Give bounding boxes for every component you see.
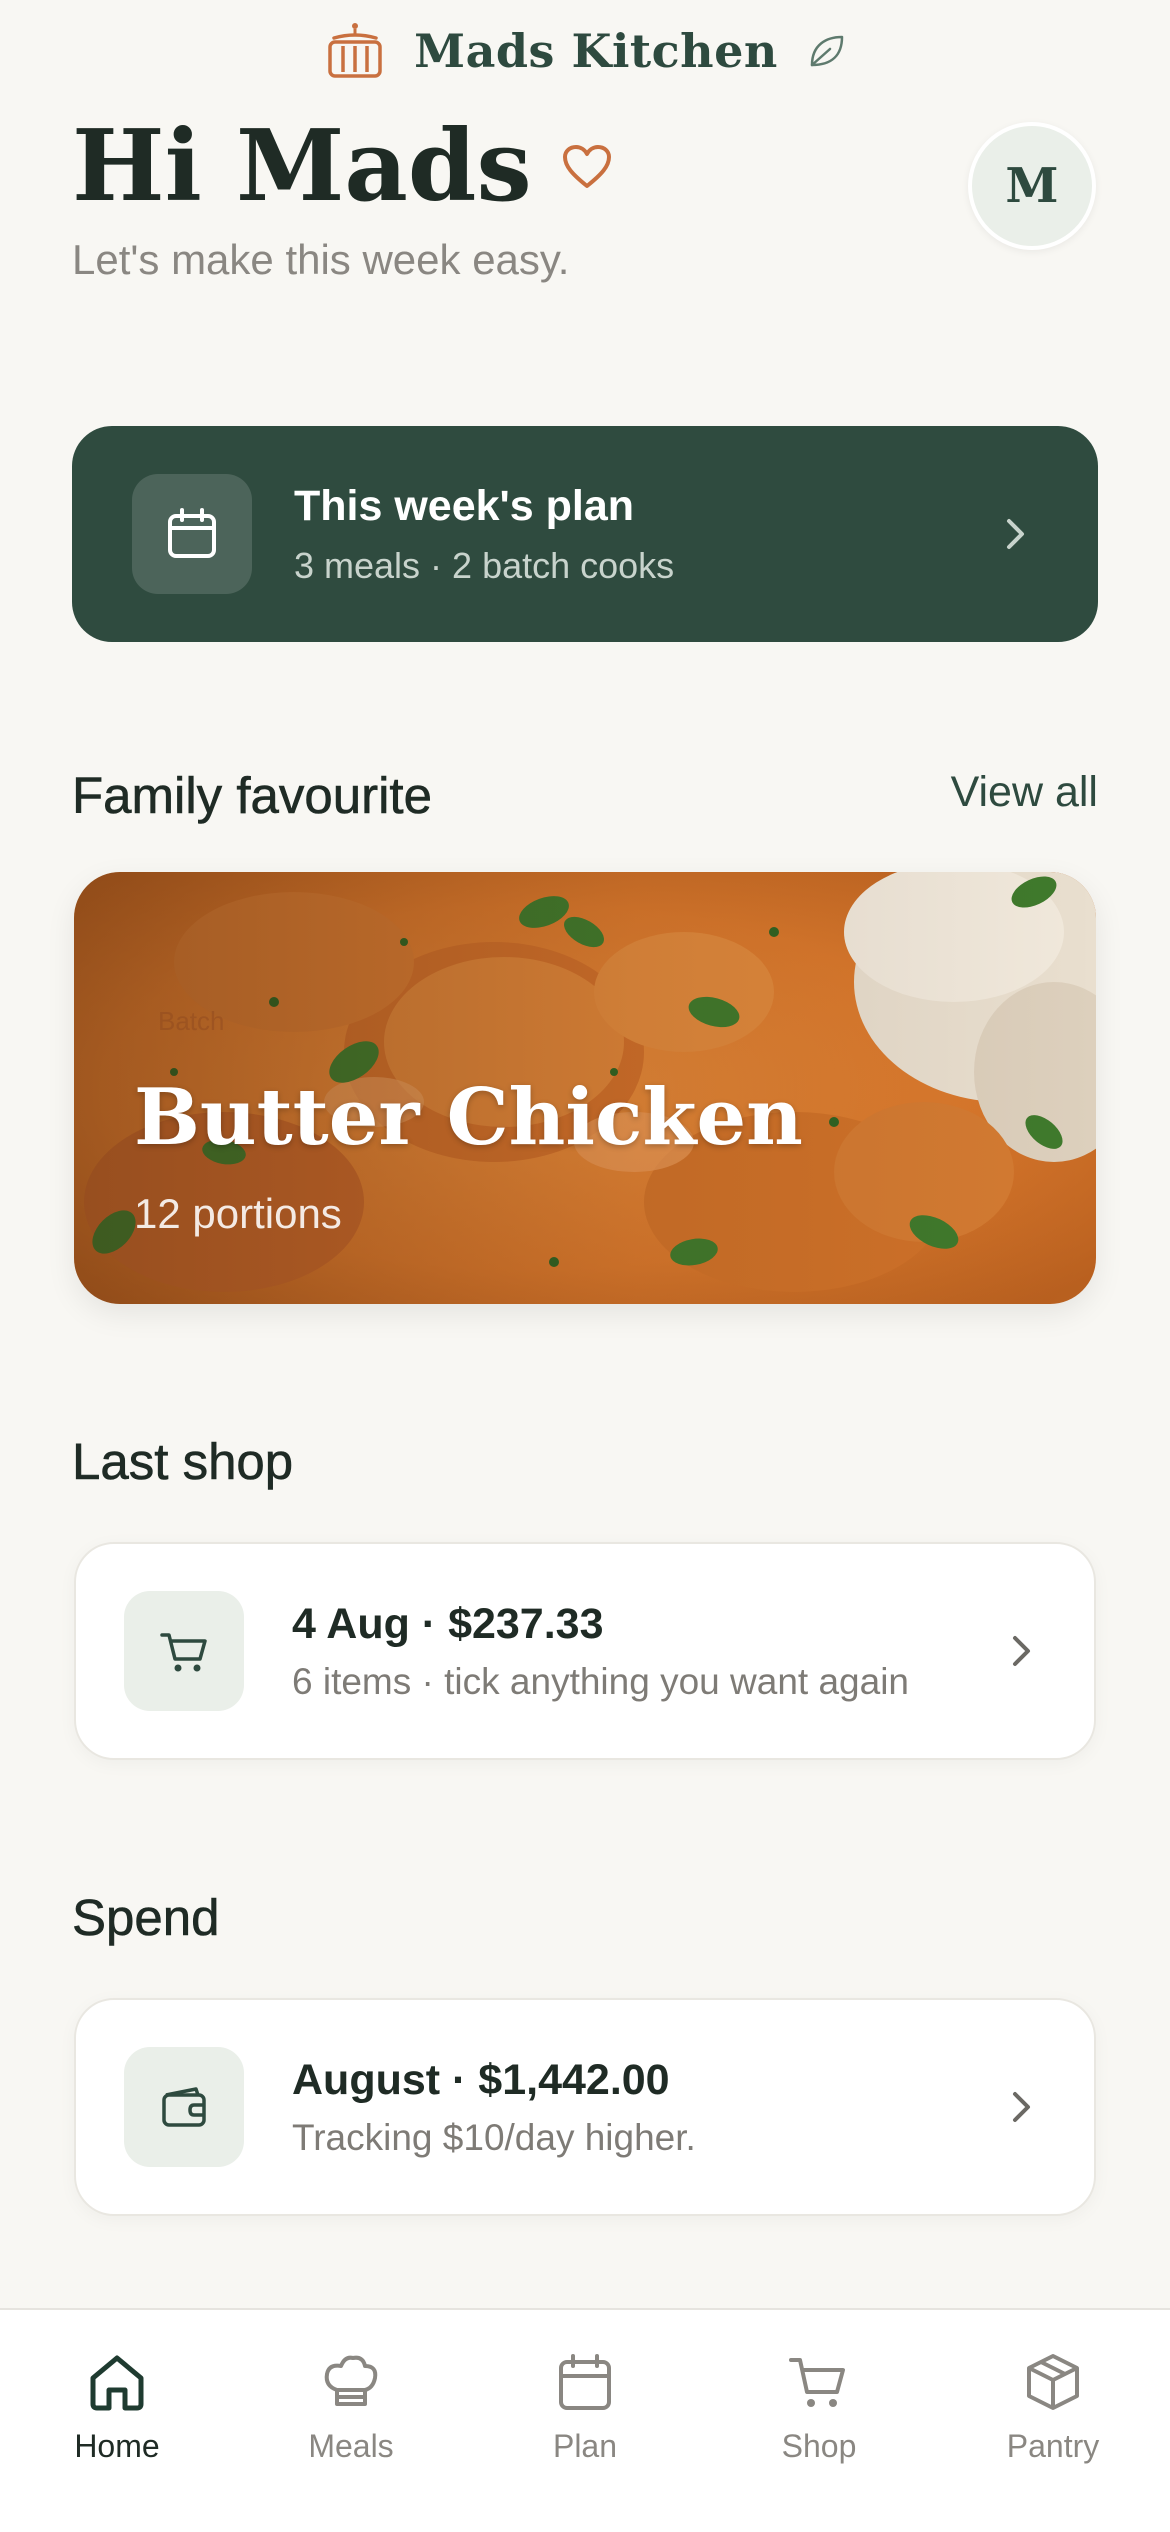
section-title-last-shop: Last shop — [72, 1433, 294, 1491]
tagline: Let's make this week easy. — [72, 236, 570, 283]
cart-icon — [789, 2358, 845, 2407]
heart-icon — [562, 145, 611, 188]
bottom-tab-bar: Home Meals Plan Shop Pantry — [0, 2308, 1170, 2532]
wallet-icon — [124, 2047, 244, 2167]
avatar[interactable]: M — [968, 122, 1096, 250]
page-title: Hi Mads — [72, 109, 532, 224]
tab-label: Pantry — [1006, 2428, 1100, 2464]
tab-label: Meals — [308, 2428, 394, 2464]
last-shop-subtitle: 6 items · tick anything you want again — [292, 1660, 909, 1702]
plan-title: This week's plan — [294, 481, 635, 530]
tab-pantry[interactable]: Pantry — [936, 2310, 1170, 2532]
section-title-favourite: Family favourite — [72, 767, 433, 825]
brand-name: Mads Kitchen — [414, 24, 778, 78]
box-icon — [1027, 2354, 1079, 2410]
favourite-recipe-card[interactable]: Batch Butter Chicken 12 portions — [74, 872, 1096, 1304]
tab-label: Home — [74, 2428, 160, 2464]
last-shop-title: 4 Aug · $237.33 — [292, 1599, 604, 1648]
tab-home[interactable]: Home — [0, 2310, 234, 2532]
view-all-link[interactable]: View all — [951, 768, 1098, 817]
home-icon — [90, 2355, 144, 2411]
chevron-right-icon — [1013, 2092, 1030, 2122]
spend-subtitle: Tracking $10/day higher. — [292, 2116, 696, 2158]
tab-label: Plan — [552, 2428, 618, 2464]
chevron-right-icon — [1013, 1636, 1030, 1666]
recipe-portions: 12 portions — [134, 1190, 342, 1237]
cart-icon — [124, 1591, 244, 1711]
tab-shop[interactable]: Shop — [702, 2310, 936, 2532]
tab-label: Shop — [781, 2428, 857, 2464]
plan-subtitle: 3 meals · 2 batch cooks — [294, 544, 675, 586]
calendar-icon — [559, 2354, 611, 2410]
spend-title: August · $1,442.00 — [292, 2055, 670, 2104]
leaf-icon — [810, 35, 844, 67]
section-title-spend: Spend — [72, 1889, 220, 1947]
tab-plan[interactable]: Plan — [468, 2310, 702, 2532]
weekly-plan-card[interactable]: This week's plan 3 meals · 2 batch cooks — [72, 426, 1098, 642]
batch-badge: Batch — [158, 1006, 225, 1036]
recipe-title: Butter Chicken — [134, 1072, 803, 1163]
chevron-right-icon — [1007, 519, 1024, 549]
tab-meals[interactable]: Meals — [234, 2310, 468, 2532]
last-shop-card[interactable]: 4 Aug · $237.33 6 items · tick anything … — [74, 1542, 1096, 1760]
brand-header: Mads Kitchen — [0, 12, 1170, 90]
greeting: Hi Mads — [72, 118, 612, 216]
spend-card[interactable]: August · $1,442.00 Tracking $10/day high… — [74, 1998, 1096, 2216]
basket-icon — [328, 23, 382, 78]
calendar-icon — [132, 474, 252, 594]
chef-hat-icon — [324, 2355, 378, 2406]
